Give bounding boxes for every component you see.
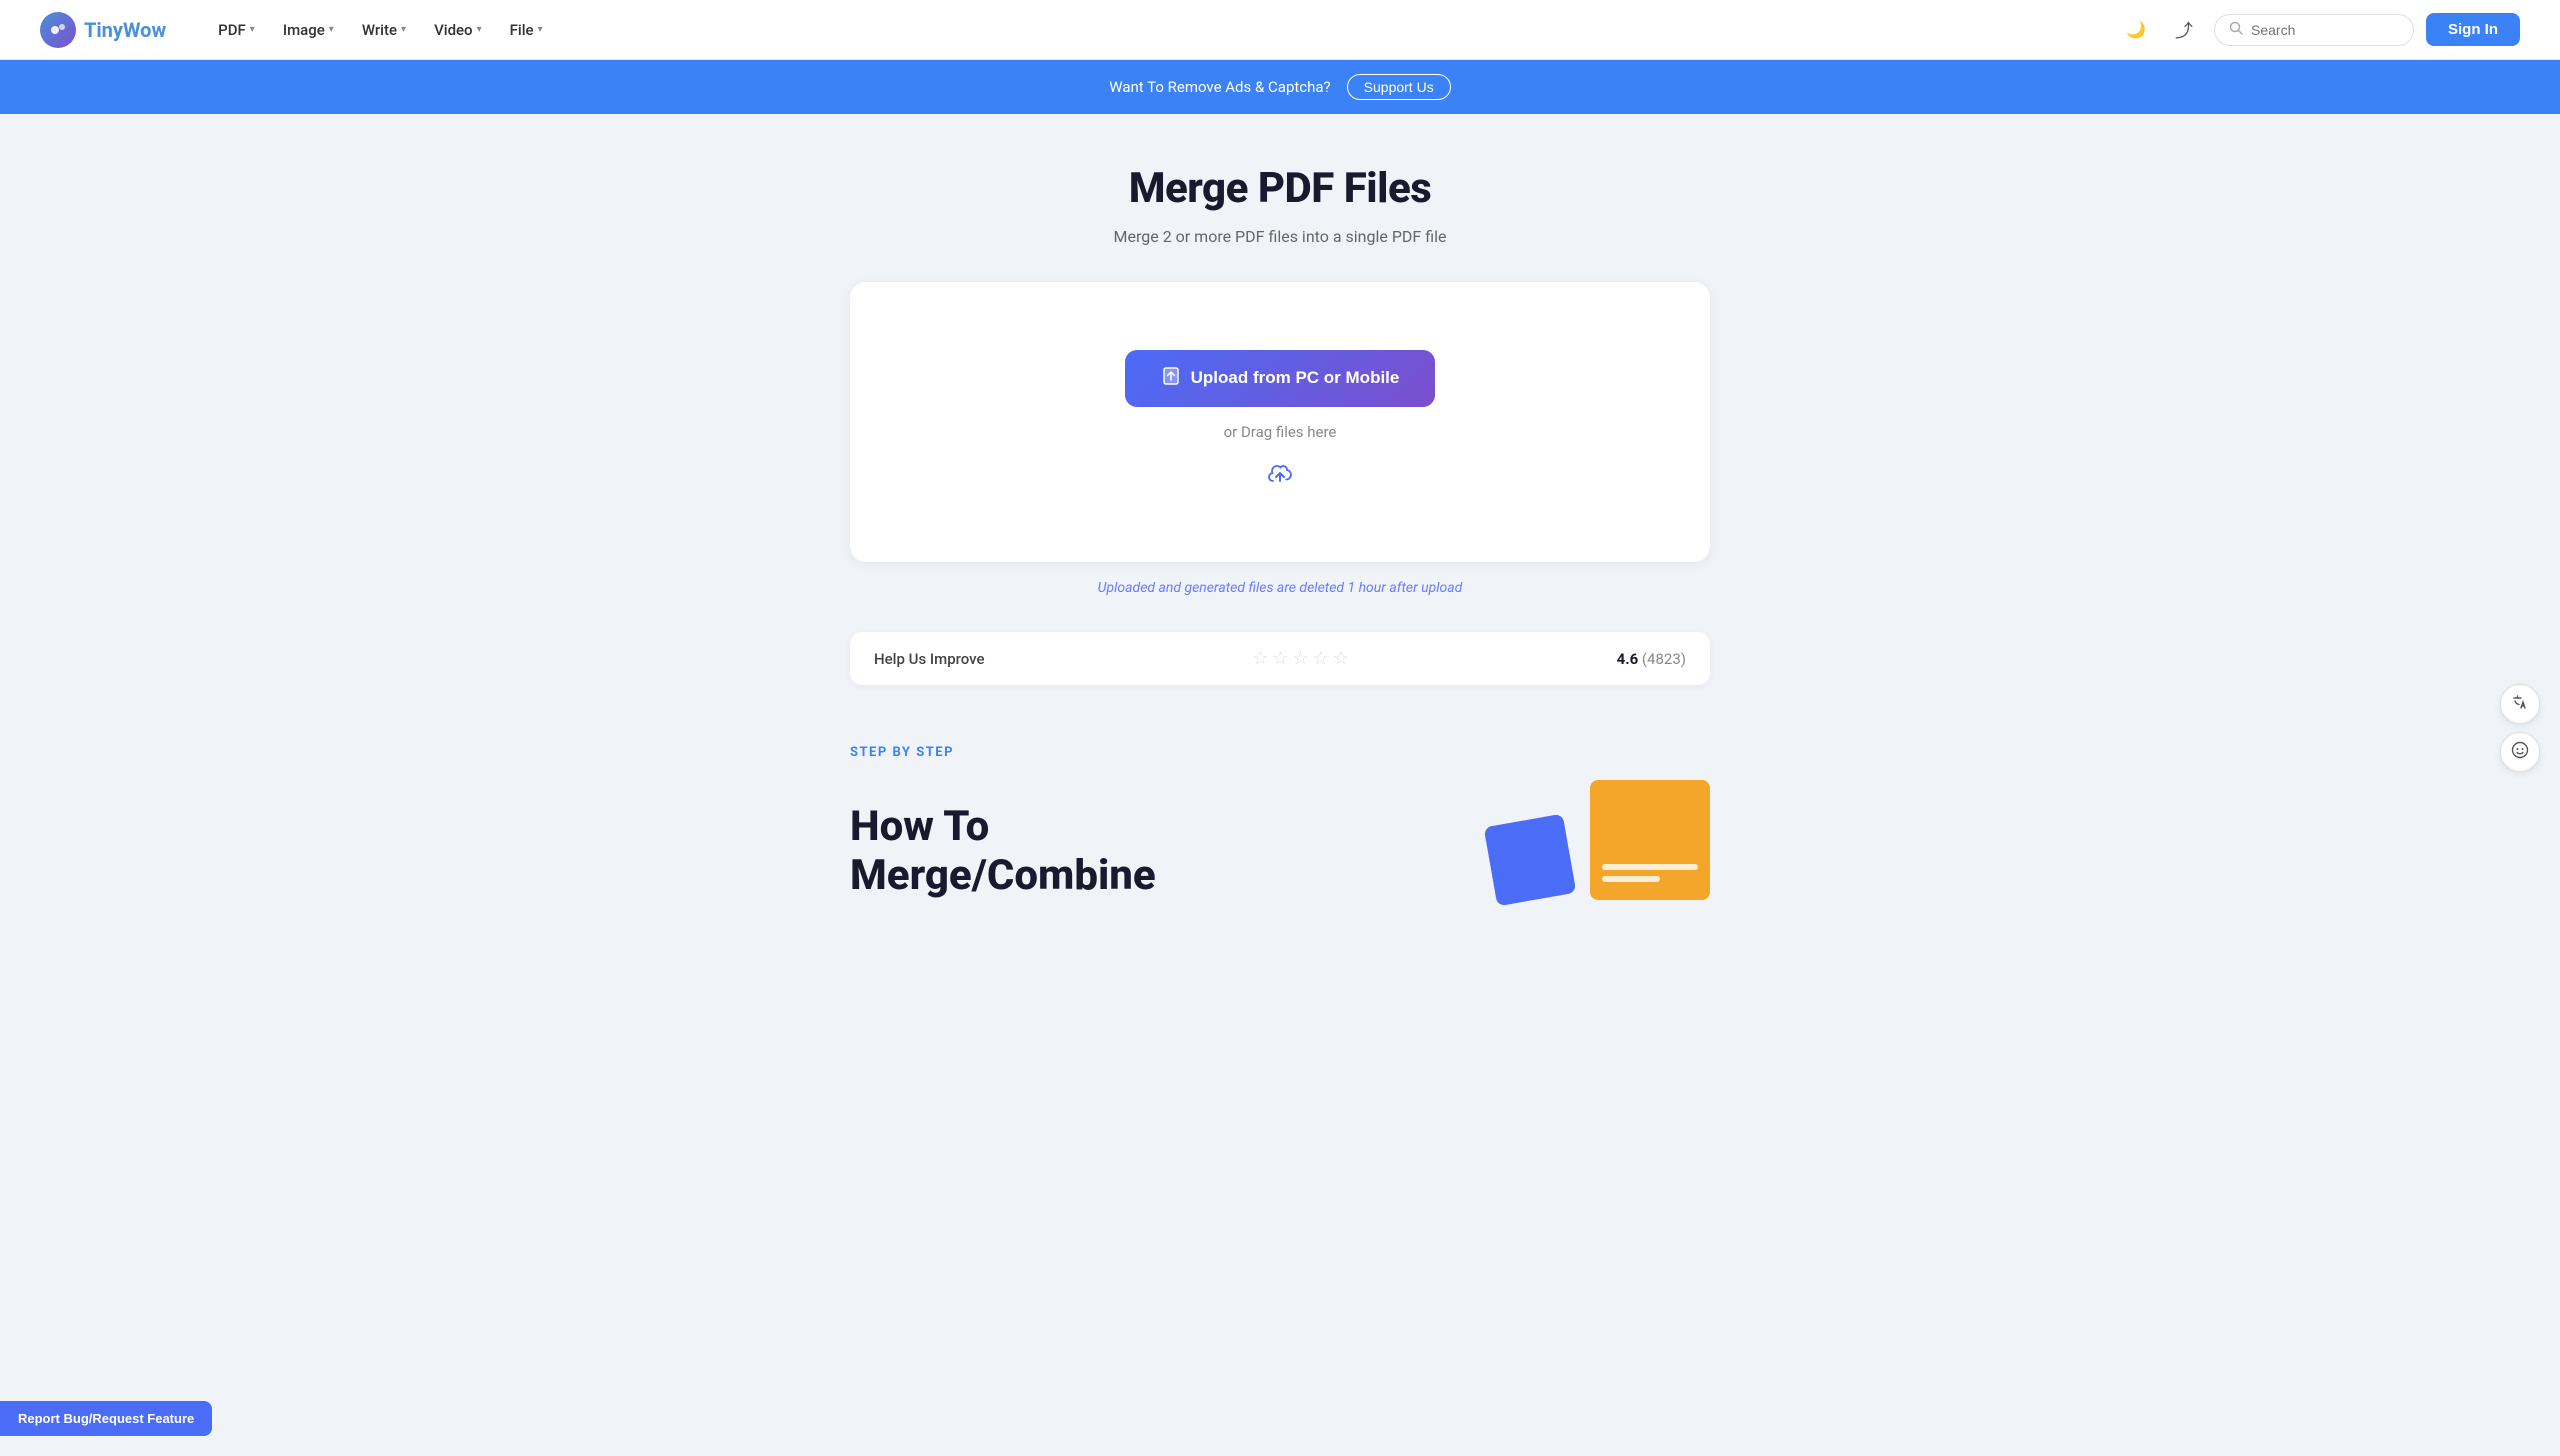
report-bug-button[interactable]: Report Bug/Request Feature: [0, 1401, 212, 1436]
support-us-button[interactable]: Support Us: [1347, 74, 1451, 100]
promo-text: Want To Remove Ads & Captcha?: [1109, 78, 1330, 96]
nav-item-file[interactable]: File ▾: [498, 13, 555, 47]
search-box[interactable]: [2214, 14, 2414, 46]
star-4[interactable]: ☆: [1313, 648, 1329, 669]
step-section: STEP BY STEP How To Merge/Combine: [850, 745, 1710, 940]
smiley-icon: [2511, 741, 2529, 764]
main-content: Merge PDF Files Merge 2 or more PDF file…: [830, 114, 1730, 980]
promo-banner: Want To Remove Ads & Captcha? Support Us: [0, 60, 2560, 114]
rating-label: Help Us Improve: [874, 650, 985, 668]
nav-right: 🌙 ⤴ Sign In: [2118, 12, 2520, 48]
star-2[interactable]: ☆: [1272, 648, 1288, 669]
nav-menu: PDF ▾ Image ▾ Write ▾ Video ▾ File ▾: [206, 13, 2118, 47]
step-label: STEP BY STEP: [850, 745, 1710, 760]
star-5[interactable]: ☆: [1333, 648, 1349, 669]
upload-file-icon: [1161, 366, 1181, 391]
search-input[interactable]: [2251, 22, 2399, 38]
translate-icon: [2511, 693, 2529, 716]
step-content: How To Merge/Combine: [850, 780, 1710, 900]
nav-item-pdf[interactable]: PDF ▾: [206, 13, 267, 47]
rating-count: (4823): [1642, 650, 1686, 668]
illus-line-2: [1602, 876, 1660, 882]
nav-item-image[interactable]: Image ▾: [271, 13, 346, 47]
rating-stars[interactable]: ☆ ☆ ☆ ☆ ☆: [1252, 648, 1349, 669]
illustration-box-orange: [1590, 780, 1710, 900]
page-title: Merge PDF Files: [850, 164, 1710, 213]
rating-box: Help Us Improve ☆ ☆ ☆ ☆ ☆ 4.6 (4823): [850, 632, 1710, 685]
upload-cloud-icon: [1266, 461, 1294, 495]
logo-icon: [40, 12, 76, 48]
moon-icon: 🌙: [2126, 20, 2146, 40]
illustration-box-blue: [1484, 814, 1577, 907]
page-subtitle: Merge 2 or more PDF files into a single …: [850, 227, 1710, 246]
rating-score: 4.6 (4823): [1617, 650, 1686, 668]
chevron-down-icon: ▾: [538, 24, 543, 35]
illustration-area: [1490, 780, 1710, 900]
support-chat-button[interactable]: [2500, 732, 2540, 772]
illus-line-1: [1602, 864, 1698, 870]
chevron-down-icon: ▾: [477, 24, 482, 35]
drag-text: or Drag files here: [1224, 423, 1337, 441]
nav-item-video[interactable]: Video ▾: [422, 13, 494, 47]
chevron-down-icon: ▾: [401, 24, 406, 35]
upload-button[interactable]: Upload from PC or Mobile: [1125, 350, 1436, 407]
nav-item-write[interactable]: Write ▾: [350, 13, 418, 47]
logo[interactable]: TinyWow: [40, 12, 166, 48]
star-3[interactable]: ☆: [1293, 648, 1309, 669]
file-note: Uploaded and generated files are deleted…: [850, 580, 1710, 596]
upload-area[interactable]: Upload from PC or Mobile or Drag files h…: [850, 282, 1710, 562]
signin-button[interactable]: Sign In: [2426, 13, 2520, 46]
share-button[interactable]: ⤴: [2166, 12, 2202, 48]
navbar: TinyWow PDF ▾ Image ▾ Write ▾ Video ▾ Fi…: [0, 0, 2560, 60]
dark-mode-button[interactable]: 🌙: [2118, 12, 2154, 48]
translate-button[interactable]: [2500, 684, 2540, 724]
chevron-down-icon: ▾: [250, 24, 255, 35]
search-icon: [2229, 21, 2243, 39]
share-icon: ⤴: [2175, 17, 2193, 43]
step-heading: How To Merge/Combine: [850, 803, 1156, 900]
chevron-down-icon: ▾: [329, 24, 334, 35]
floating-buttons: [2500, 684, 2540, 772]
logo-text: TinyWow: [84, 18, 166, 42]
star-1[interactable]: ☆: [1252, 648, 1268, 669]
